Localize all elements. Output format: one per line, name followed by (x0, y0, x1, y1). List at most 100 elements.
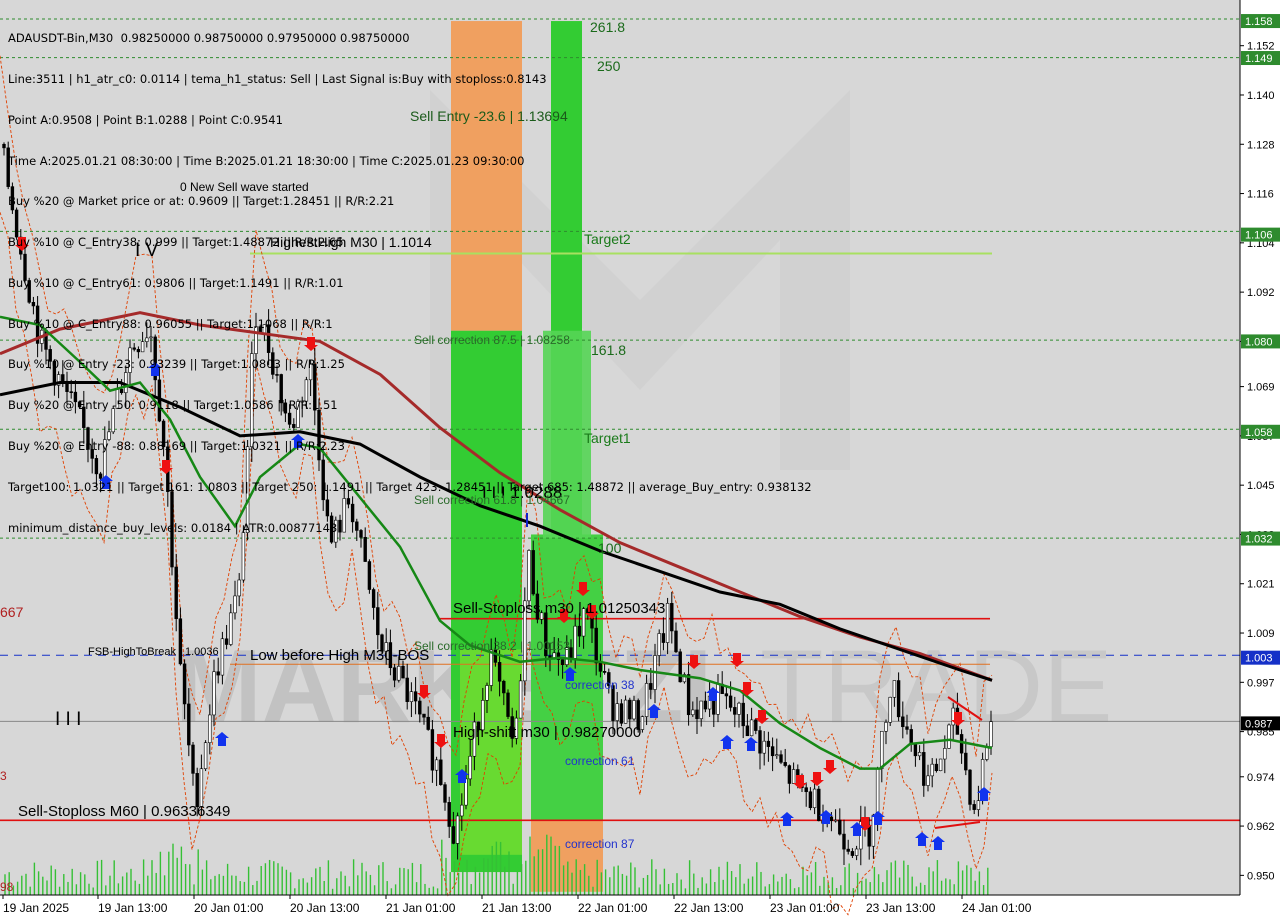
candle-body (657, 633, 661, 656)
correction-61-label: correction 61 (565, 754, 635, 768)
candle-body (787, 765, 792, 784)
candle-body (909, 729, 913, 745)
candle-body (623, 699, 628, 724)
candle-body (867, 824, 871, 847)
candle-body (758, 730, 762, 754)
time-label: 19 Jan 13:00 (98, 901, 168, 915)
sell-correction-382-label: Sell correction 38.2 | 1.00153 (414, 639, 570, 653)
candle-body (413, 691, 418, 702)
candle-body (846, 848, 850, 852)
correction-87-label: correction 87 (565, 837, 635, 851)
candle-body (745, 725, 750, 737)
candle-body (527, 550, 531, 602)
candle-body (216, 671, 220, 676)
zone-orange-low (531, 820, 603, 892)
candle-body (766, 740, 771, 747)
axis-label: 1.152 (1247, 41, 1275, 53)
candle-body (619, 703, 624, 724)
info-line: Buy %10 @ Entry -23: 0.93239 || Target:1… (8, 357, 345, 372)
price-badge-label: 1.003 (1245, 653, 1273, 665)
candle-body (468, 755, 472, 780)
axis-label: 1.140 (1247, 90, 1275, 102)
time-label: 21 Jan 01:00 (386, 901, 456, 915)
candle-body (699, 700, 703, 719)
candle-body (203, 742, 208, 770)
candle-body (376, 607, 380, 636)
axis-label: 1.069 (1247, 382, 1275, 394)
candle-body (691, 709, 695, 716)
candle-body (892, 680, 897, 698)
candle-body (959, 734, 964, 754)
info-line: Buy %20 @ Entry -88: 0.88169 || Target:1… (8, 439, 345, 453)
candle-body (430, 729, 435, 771)
axis-label: 0.950 (1247, 870, 1275, 882)
candle-body (367, 561, 372, 590)
axis-label: 1.128 (1247, 139, 1275, 151)
candle-body (409, 691, 414, 702)
candle-body (598, 662, 603, 672)
candle-body (812, 788, 817, 809)
candle-body (371, 589, 376, 608)
info-line: Buy %10 @ C_Entry61: 0.9806 || Target:1.… (8, 275, 344, 290)
candle-body (674, 630, 678, 653)
candle-body (220, 638, 225, 676)
candle-body (434, 759, 439, 771)
candle-body (447, 802, 451, 827)
candle-body (905, 726, 909, 730)
candle-body (182, 663, 187, 705)
sell-stoploss-m60-label: Sell-Stoploss M60 | 0.96336349 (18, 803, 230, 820)
candle-body (174, 566, 178, 620)
candle-body (922, 752, 926, 786)
candle-body (665, 603, 670, 643)
candle-body (783, 762, 787, 766)
price-badge-label: 1.149 (1245, 53, 1273, 65)
candle-body (913, 743, 918, 757)
correction-38-label: correction 38 (565, 678, 635, 692)
candle-body (989, 721, 993, 747)
axis-label: 1.092 (1247, 287, 1275, 299)
candle-body (485, 685, 489, 701)
candle-body (880, 730, 884, 769)
candle-body (917, 752, 922, 757)
candle-body (808, 791, 813, 809)
candle-body (972, 804, 976, 810)
candle-body (762, 740, 766, 754)
candle-body (212, 671, 216, 716)
candle-body (426, 716, 430, 730)
info-panel: ADAUSDT-Bin,M30 0.98250000 0.98750000 0.… (8, 5, 812, 549)
candle-body (2, 143, 6, 149)
candle-body (577, 625, 582, 637)
watermark-text: TRADE (760, 629, 1112, 745)
candle-body (854, 848, 859, 856)
info-line: Buy %20 @ Market price or at: 0.9609 || … (8, 194, 395, 209)
axis-label: 1.116 (1247, 189, 1274, 201)
candle-body (195, 773, 199, 807)
candle-body (661, 633, 666, 643)
time-label: 19 Jan 2025 (3, 901, 69, 915)
candle-body (884, 722, 888, 732)
candle-body (649, 683, 653, 690)
candle-body (716, 683, 720, 715)
time-label: 23 Jan 01:00 (770, 901, 840, 915)
candle-body (985, 746, 989, 760)
candle-body (602, 671, 607, 673)
time-label: 23 Jan 13:00 (866, 901, 936, 915)
info-line: Time A:2025.01.21 08:30:00 | Time B:2025… (8, 153, 525, 168)
candle-body (724, 693, 729, 697)
candle-body (502, 680, 506, 694)
candle-body (518, 680, 523, 719)
candle-body (733, 707, 737, 715)
candle-body (439, 759, 443, 785)
candle-body (976, 800, 981, 810)
axis-label: 0.974 (1247, 772, 1275, 784)
axis-label: 1.021 (1247, 579, 1275, 591)
candle-body (678, 651, 682, 683)
candle-body (594, 627, 598, 664)
candle-body (938, 758, 943, 771)
fsb-label: FSB-HighToBreak | 1.0036 (88, 646, 219, 658)
candle-body (418, 700, 422, 715)
time-label: 24 Jan 01:00 (962, 901, 1032, 915)
candle-body (901, 716, 905, 728)
candle-body (569, 647, 573, 659)
candle-body (842, 833, 846, 850)
